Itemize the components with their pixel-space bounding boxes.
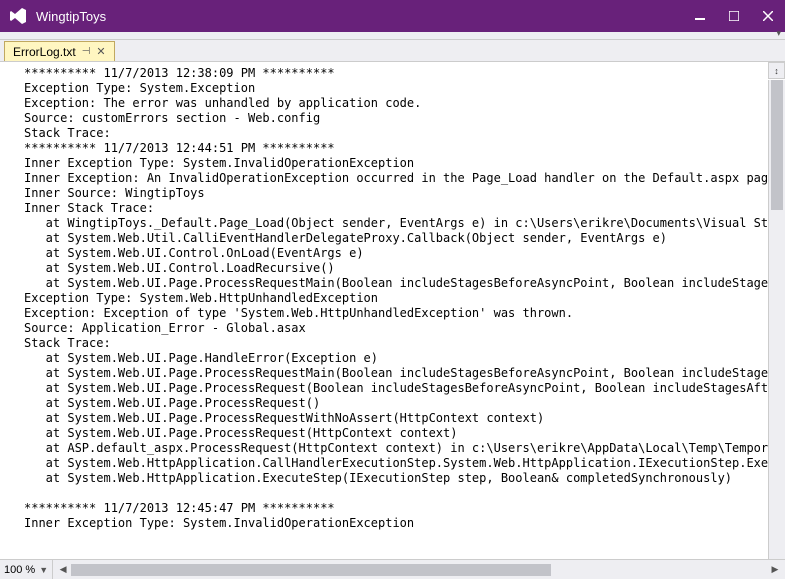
toolbar-strip: ▾ [0,32,785,40]
horizontal-scrollbar-thumb[interactable] [71,564,551,576]
document-tab[interactable]: ErrorLog.txt ⊣ ✕ [4,41,115,61]
minimize-button[interactable] [683,3,717,29]
scroll-left-arrow-icon[interactable]: ◀ [55,562,71,578]
text-editor[interactable]: ********** 11/7/2013 12:38:09 PM *******… [0,62,768,559]
scroll-sync-icon[interactable]: ↕ [768,62,785,79]
horizontal-scrollbar[interactable]: ◀ ▶ [55,562,783,578]
toolbar-dropdown-icon[interactable]: ▾ [776,28,781,39]
close-button[interactable] [751,3,785,29]
vertical-scrollbar[interactable] [768,80,785,559]
document-tab-strip: ErrorLog.txt ⊣ ✕ [0,40,785,62]
maximize-button[interactable] [717,3,751,29]
status-bar: 100 % ▼ ◀ ▶ [0,559,785,579]
tab-label: ErrorLog.txt [13,45,76,59]
zoom-value: 100 % [4,564,35,576]
scroll-right-arrow-icon[interactable]: ▶ [767,562,783,578]
chevron-down-icon: ▼ [39,565,48,575]
vertical-scrollbar-thumb[interactable] [771,80,783,210]
window-title: WingtipToys [36,9,683,24]
zoom-control[interactable]: 100 % ▼ [0,560,53,579]
title-bar: WingtipToys [0,0,785,32]
vs-logo-icon [8,6,28,26]
pin-icon[interactable]: ⊣ [82,46,91,57]
editor-area: ↕ ********** 11/7/2013 12:38:09 PM *****… [0,62,785,559]
tab-close-icon[interactable]: ✕ [96,45,105,58]
